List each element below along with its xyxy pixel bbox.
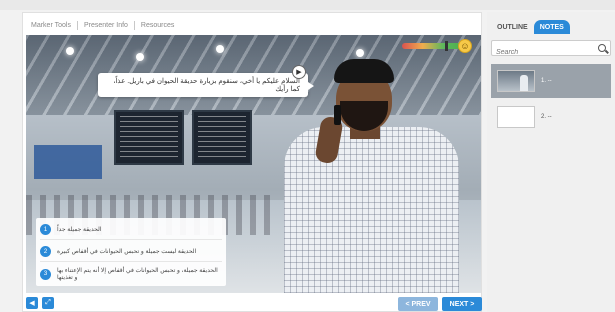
slide-stage: ☺ السلام عليكم يا أخي، سنقوم بزيارة حديق… — [26, 35, 481, 293]
character-cap — [334, 59, 394, 83]
choice-item[interactable]: 2 الحديقة ليست جميلة و تحبس الحيوانات في… — [40, 242, 222, 262]
choice-item[interactable]: 3 الحديقة جميلة، و تحبس الحيوانات في أقف… — [40, 264, 222, 284]
ceiling-light — [216, 45, 224, 53]
ceiling-light — [356, 49, 364, 57]
expand-icon[interactable]: ⤢ — [42, 297, 54, 309]
slide-thumbnail — [497, 106, 535, 128]
score-meter — [402, 41, 464, 51]
speech-bubble: السلام عليكم يا أخي، سنقوم بزيارة حديقة … — [98, 73, 314, 97]
slide-label: 1. -- — [541, 78, 552, 84]
search-box — [491, 40, 611, 60]
airport-sign — [34, 145, 102, 179]
player-controls: ◀ ⤢ < PREV NEXT > — [26, 297, 482, 311]
choice-number: 1 — [40, 224, 51, 235]
app-root: Marker Tools Presenter Info Resources ☺ … — [0, 0, 615, 312]
next-button[interactable]: NEXT > — [442, 297, 482, 311]
toolbar-divider — [76, 20, 78, 30]
outline-slide-item[interactable]: 1. -- — [491, 64, 611, 98]
score-meter-pointer — [445, 41, 449, 51]
sidebar-tabs: OUTLINE NOTES — [491, 20, 570, 34]
choice-number: 3 — [40, 268, 51, 280]
search-icon[interactable] — [598, 44, 606, 52]
toolbar-divider — [133, 20, 135, 30]
character-shirt — [284, 127, 459, 293]
sidebar: OUTLINE NOTES 1. -- 2. -- — [487, 12, 615, 312]
choice-list: 1 الحديقة جميلة جداً 2 الحديقة ليست جميل… — [36, 218, 226, 286]
slide-label: 2. -- — [541, 114, 552, 120]
choice-text: الحديقة ليست جميلة و تحبس الحيوانات في أ… — [57, 249, 197, 255]
toolbar-marker-tools[interactable]: Marker Tools — [31, 22, 71, 29]
search-input[interactable] — [492, 45, 592, 60]
toolbar-presenter-info[interactable]: Presenter Info — [84, 22, 128, 29]
ceiling-light — [136, 53, 144, 61]
choice-text: الحديقة جميلة جداً — [57, 227, 102, 233]
phone-icon — [334, 105, 341, 125]
player-toolbar: Marker Tools Presenter Info Resources — [31, 17, 174, 33]
smiley-face-icon: ☺ — [458, 39, 472, 53]
slide-thumbnail — [497, 70, 535, 92]
toolbar-resources[interactable]: Resources — [141, 22, 174, 29]
play-audio-icon[interactable]: ▶ — [292, 65, 306, 79]
tab-outline[interactable]: OUTLINE — [491, 20, 534, 34]
top-strip — [0, 0, 615, 10]
choice-item[interactable]: 1 الحديقة جميلة جداً — [40, 220, 222, 240]
departure-board — [114, 110, 184, 165]
prev-button[interactable]: < PREV — [398, 297, 438, 311]
outline-slide-item[interactable]: 2. -- — [491, 100, 611, 134]
choice-text: الحديقة جميلة، و تحبس الحيوانات في أقفاص… — [57, 268, 218, 281]
departure-board — [192, 110, 252, 165]
volume-icon[interactable]: ◀ — [26, 297, 38, 309]
choice-number: 2 — [40, 246, 51, 257]
player-panel: Marker Tools Presenter Info Resources ☺ … — [22, 12, 482, 312]
ceiling-light — [66, 47, 74, 55]
tab-notes[interactable]: NOTES — [533, 20, 570, 34]
